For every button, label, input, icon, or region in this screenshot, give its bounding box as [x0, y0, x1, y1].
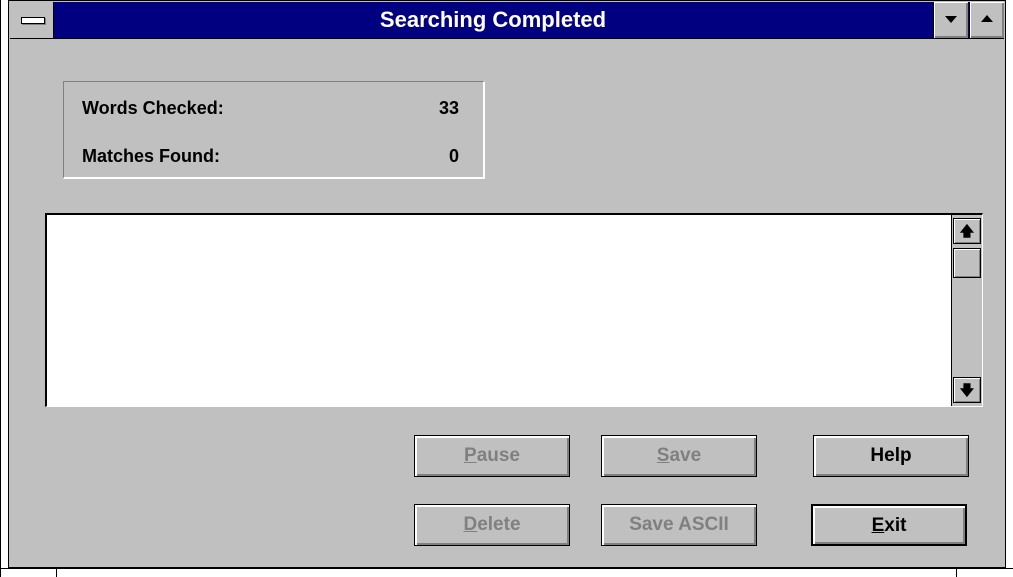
- scroll-up-button[interactable]: 🡅: [953, 218, 981, 244]
- exit-access-key: E: [871, 515, 885, 536]
- maximize-arrow-icon: [981, 15, 993, 22]
- minimize-arrow-icon: [945, 16, 957, 23]
- results-list[interactable]: 🡅 🡇: [45, 213, 983, 407]
- matches-found-row: Matches Found: 0: [82, 146, 459, 172]
- save-button[interactable]: Save: [601, 435, 757, 477]
- matches-found-label: Matches Found:: [82, 146, 220, 166]
- words-checked-value: 33: [438, 98, 459, 118]
- words-checked-label: Words Checked:: [82, 98, 224, 118]
- outer-frame-left-edge: [0, 0, 1, 577]
- save-ascii-button[interactable]: Save ASCII: [601, 504, 757, 546]
- system-menu-button[interactable]: [10, 2, 54, 38]
- pause-access-key: P: [464, 445, 477, 466]
- vertical-scrollbar[interactable]: 🡅 🡇: [951, 215, 982, 406]
- title-bar[interactable]: Searching Completed: [10, 2, 1004, 39]
- arrow-up-icon: 🡅: [959, 223, 975, 239]
- delete-label-rest: elete: [477, 514, 521, 535]
- exit-button[interactable]: Exit: [811, 504, 967, 546]
- pause-label-rest: ause: [476, 445, 520, 466]
- save-ascii-label: Save ASCII: [629, 514, 729, 535]
- help-button[interactable]: Help: [813, 435, 969, 477]
- delete-button[interactable]: Delete: [414, 504, 570, 546]
- scroll-down-button[interactable]: 🡇: [953, 377, 981, 403]
- dialog-window: Searching Completed Words Checked: 33 Ma…: [8, 0, 1006, 568]
- search-stats-panel: Words Checked: 33 Matches Found: 0: [63, 81, 485, 179]
- outer-frame-tick-left: [56, 568, 57, 577]
- outer-frame-bottom-edge: [0, 568, 1013, 569]
- save-label-rest: ave: [669, 445, 702, 466]
- outer-frame-tick-right: [956, 568, 957, 577]
- system-menu-icon: [21, 17, 45, 24]
- words-checked-row: Words Checked: 33: [82, 98, 459, 124]
- maximize-button[interactable]: [969, 2, 1004, 38]
- matches-found-value: 0: [448, 146, 459, 166]
- pause-button[interactable]: Pause: [414, 435, 570, 477]
- help-label: Help: [870, 445, 912, 466]
- window-title: Searching Completed: [379, 7, 607, 32]
- exit-label-rest: xit: [884, 515, 907, 536]
- scroll-thumb[interactable]: [953, 248, 981, 278]
- save-access-key: S: [656, 445, 670, 466]
- arrow-down-icon: 🡇: [959, 382, 975, 398]
- minimize-button[interactable]: [933, 2, 968, 38]
- delete-access-key: D: [463, 514, 478, 535]
